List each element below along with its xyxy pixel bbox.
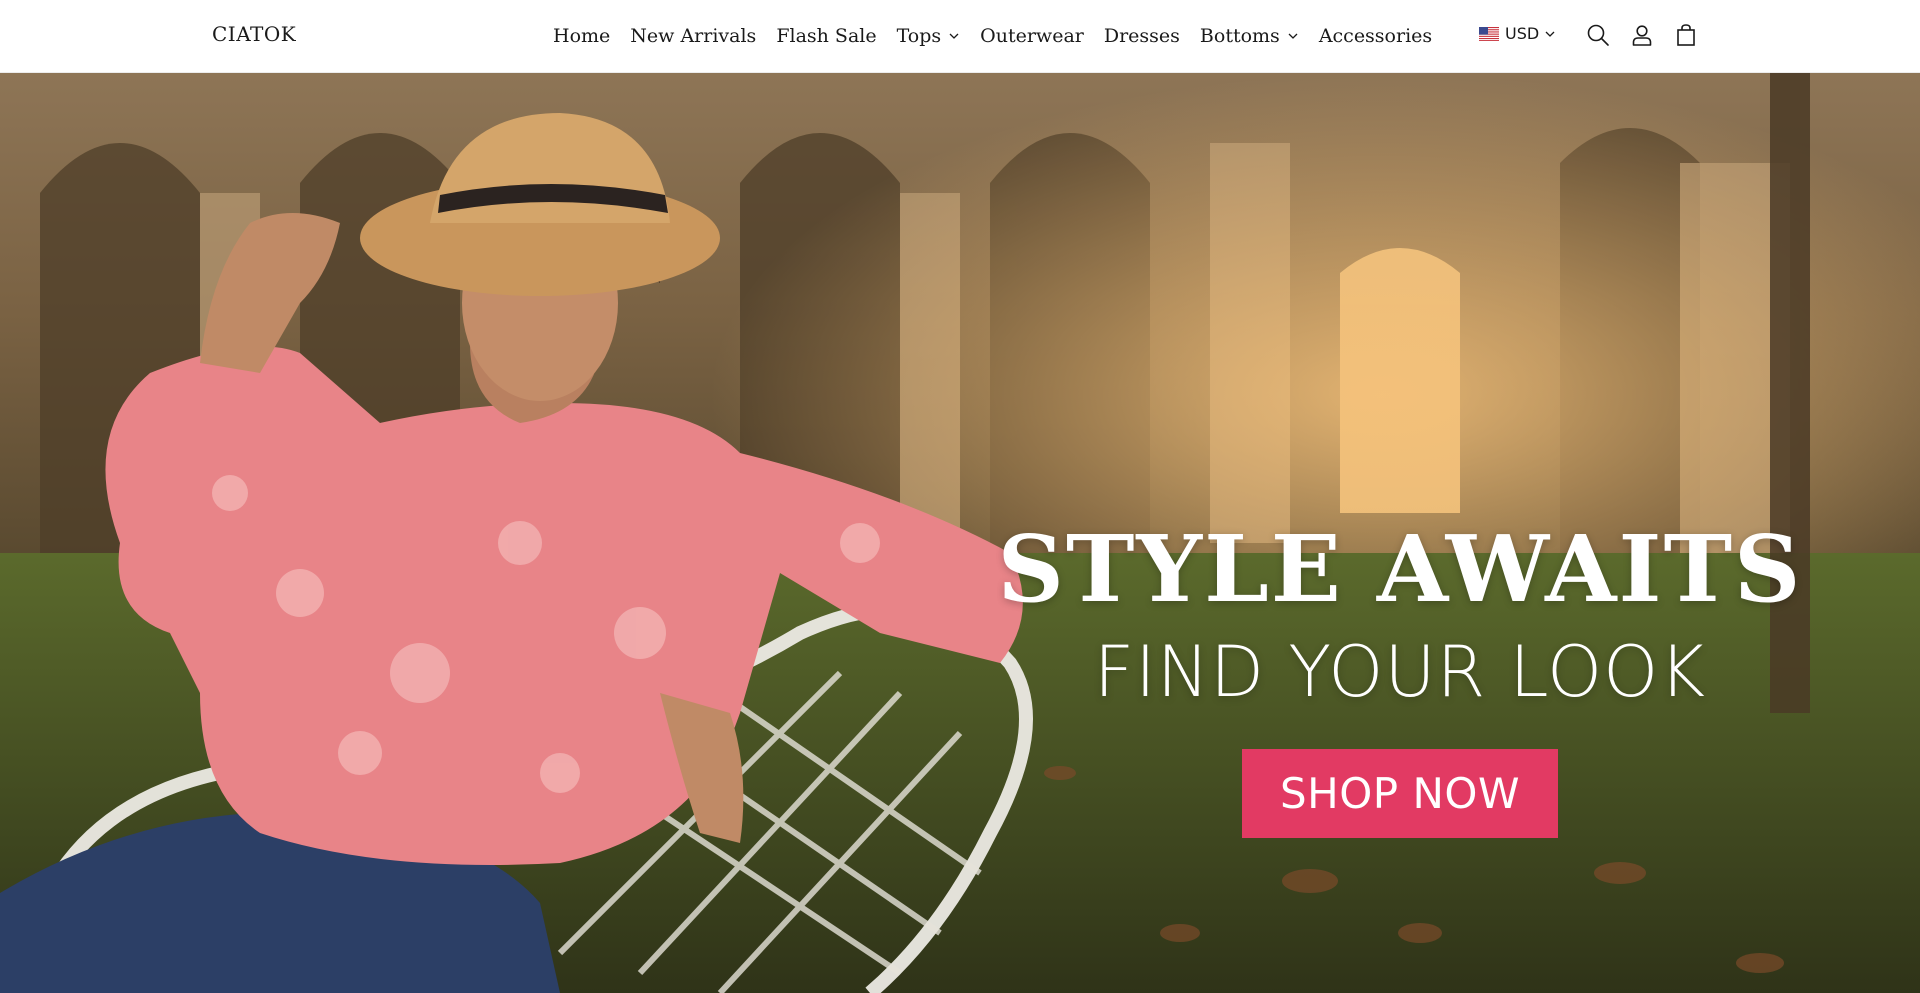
- nav-item-accessories[interactable]: Accessories: [1319, 25, 1432, 47]
- site-header: CIATOK Home New Arrivals Flash Sale Tops…: [0, 0, 1920, 73]
- shop-now-button[interactable]: SHOP NOW: [1242, 748, 1558, 838]
- chevron-down-icon: [1544, 28, 1556, 40]
- currency-label: USD: [1505, 24, 1540, 43]
- nav-item-home[interactable]: Home: [553, 25, 610, 47]
- nav-item-label: Tops: [896, 25, 942, 47]
- nav-item-label: New Arrivals: [630, 25, 757, 47]
- nav-item-flash-sale[interactable]: Flash Sale: [776, 25, 876, 47]
- nav-item-label: Accessories: [1318, 25, 1433, 47]
- currency-selector[interactable]: USD: [1479, 24, 1556, 43]
- nav-item-label: Outerwear: [980, 25, 1084, 47]
- nav-item-new-arrivals[interactable]: New Arrivals: [630, 25, 756, 47]
- chevron-down-icon: [1287, 30, 1299, 42]
- nav-item-label: Bottoms: [1199, 25, 1280, 47]
- hero-headline: STYLE AWAITS: [997, 515, 1803, 623]
- nav-item-label: Flash Sale: [776, 25, 877, 47]
- nav-item-label: Dresses: [1103, 25, 1180, 47]
- hero-subheadline: FIND YOUR LOOK: [1093, 630, 1707, 713]
- nav-item-tops[interactable]: Tops: [897, 25, 961, 47]
- nav-item-dresses[interactable]: Dresses: [1104, 25, 1180, 47]
- cart-icon[interactable]: [1673, 22, 1699, 48]
- us-flag-icon: [1479, 26, 1499, 41]
- nav-item-label: Home: [553, 25, 611, 47]
- chevron-down-icon: [948, 30, 960, 42]
- hero-banner: STYLE AWAITS FIND YOUR LOOK SHOP NOW: [0, 73, 1920, 993]
- main-nav: Home New Arrivals Flash Sale Tops Outerw…: [553, 22, 1432, 50]
- nav-item-bottoms[interactable]: Bottoms: [1200, 25, 1299, 47]
- nav-item-outerwear[interactable]: Outerwear: [980, 25, 1084, 47]
- search-icon[interactable]: [1585, 22, 1611, 48]
- account-icon[interactable]: [1629, 22, 1655, 48]
- hero-copy: STYLE AWAITS FIND YOUR LOOK SHOP NOW: [980, 521, 1820, 838]
- store-logo[interactable]: CIATOK: [212, 22, 296, 46]
